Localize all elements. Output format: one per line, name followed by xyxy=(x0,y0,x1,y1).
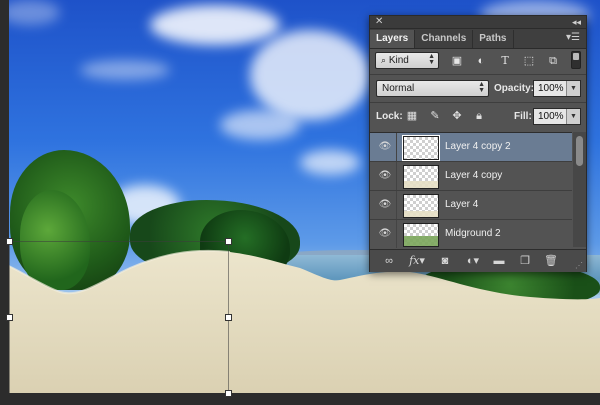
adjustment-filter-icon[interactable]: ◐ xyxy=(473,54,489,68)
chevron-down-icon[interactable]: ▼ xyxy=(566,109,580,124)
transform-handle[interactable] xyxy=(6,314,13,321)
eye-icon[interactable]: 👁︎ xyxy=(374,191,397,219)
filter-toggle-icon[interactable] xyxy=(571,51,581,69)
layer-name[interactable]: Layer 4 xyxy=(445,191,478,219)
trash-icon[interactable]: 🗑︎ xyxy=(542,253,560,269)
opacity-value: 100% xyxy=(538,83,564,94)
transform-handle[interactable] xyxy=(6,238,13,245)
layer-name[interactable]: Midground 2 xyxy=(445,220,501,248)
transform-handle[interactable] xyxy=(225,238,232,245)
opacity-label: Opacity: xyxy=(494,83,535,94)
fill-label: Fill: xyxy=(514,111,532,122)
layer-thumbnail xyxy=(403,194,439,218)
eye-icon[interactable]: 👁︎ xyxy=(374,220,397,248)
lock-pixels-icon[interactable]: ✎ xyxy=(428,109,442,123)
layer-thumbnail xyxy=(402,135,440,161)
layers-panel: ✕ ◂◂ Layers Channels Paths ▾☰ ⌕ Kind ▲ ▼ … xyxy=(369,15,587,272)
lock-label: Lock: xyxy=(376,111,403,122)
fx-icon[interactable]: fx▾ xyxy=(408,253,426,269)
filter-kind-dropdown[interactable]: ⌕ Kind ▲ ▼ xyxy=(375,52,439,69)
chevron-down-icon[interactable]: ▼ xyxy=(566,81,580,96)
transform-handle[interactable] xyxy=(225,390,232,397)
tab-layers[interactable]: Layers xyxy=(370,30,416,48)
layer-row[interactable]: 👁︎ Midground 2 xyxy=(370,220,572,248)
blend-mode-value: Normal xyxy=(382,83,415,94)
adjustment-layer-icon[interactable]: ◐▾ xyxy=(464,253,482,269)
tab-paths[interactable]: Paths xyxy=(473,30,514,48)
panel-tabs: Layers Channels Paths ▾☰ xyxy=(370,29,586,49)
lock-position-icon[interactable]: ✥ xyxy=(450,109,464,123)
transform-handle[interactable] xyxy=(225,314,232,321)
resize-grip-icon[interactable]: ⋰ xyxy=(575,261,583,270)
layer-name[interactable]: Layer 4 copy xyxy=(445,162,502,190)
scrollbar-thumb[interactable] xyxy=(576,136,583,166)
panel-footer: ∞ fx▾ ◙ ◐▾ ▬ ❐ 🗑︎ ⋰ xyxy=(370,249,586,272)
panel-title-bar[interactable]: ✕ ◂◂ xyxy=(370,16,586,29)
lock-all-icon[interactable]: 🔒︎ xyxy=(472,109,486,123)
tab-channels[interactable]: Channels xyxy=(415,30,474,48)
layer-name[interactable]: Layer 4 copy 2 xyxy=(445,133,511,161)
close-icon[interactable]: ✕ xyxy=(375,16,383,28)
image-filter-icon[interactable]: ▣ xyxy=(449,54,465,68)
layer-thumbnail xyxy=(403,165,439,189)
panel-menu-icon[interactable]: ▾☰ xyxy=(566,33,580,43)
layer-row[interactable]: 👁︎ Layer 4 copy xyxy=(370,162,572,191)
layers-list[interactable]: 👁︎ Layer 4 copy 2 👁︎ Layer 4 copy 👁︎ Lay… xyxy=(370,132,572,248)
mask-icon[interactable]: ◙ xyxy=(436,253,454,269)
layer-row[interactable]: 👁︎ Layer 4 copy 2 xyxy=(370,133,572,162)
layer-row[interactable]: 👁︎ Layer 4 xyxy=(370,191,572,220)
filter-kind-label: Kind xyxy=(388,55,409,66)
layers-scrollbar[interactable] xyxy=(573,132,586,247)
new-layer-icon[interactable]: ❐ xyxy=(516,253,534,269)
search-icon: ⌕ xyxy=(381,55,387,65)
smart-object-filter-icon[interactable]: ⧉ xyxy=(545,54,561,68)
type-filter-icon[interactable]: T xyxy=(497,54,513,68)
fill-value: 100% xyxy=(538,111,564,122)
blend-mode-dropdown[interactable]: Normal ▲ ▼ xyxy=(376,80,489,97)
opacity-field[interactable]: 100% ▼ xyxy=(533,80,581,97)
collapse-icon[interactable]: ◂◂ xyxy=(572,16,581,28)
shape-filter-icon[interactable]: ⬚ xyxy=(521,54,537,68)
link-icon[interactable]: ∞ xyxy=(380,253,398,269)
eye-icon[interactable]: 👁︎ xyxy=(374,162,397,190)
group-folder-icon[interactable]: ▬ xyxy=(490,253,508,269)
layer-thumbnail xyxy=(403,223,439,247)
eye-icon[interactable]: 👁︎ xyxy=(374,133,397,161)
fill-field[interactable]: 100% ▼ xyxy=(533,108,581,125)
lock-transparent-icon[interactable]: ▦ xyxy=(405,109,419,123)
